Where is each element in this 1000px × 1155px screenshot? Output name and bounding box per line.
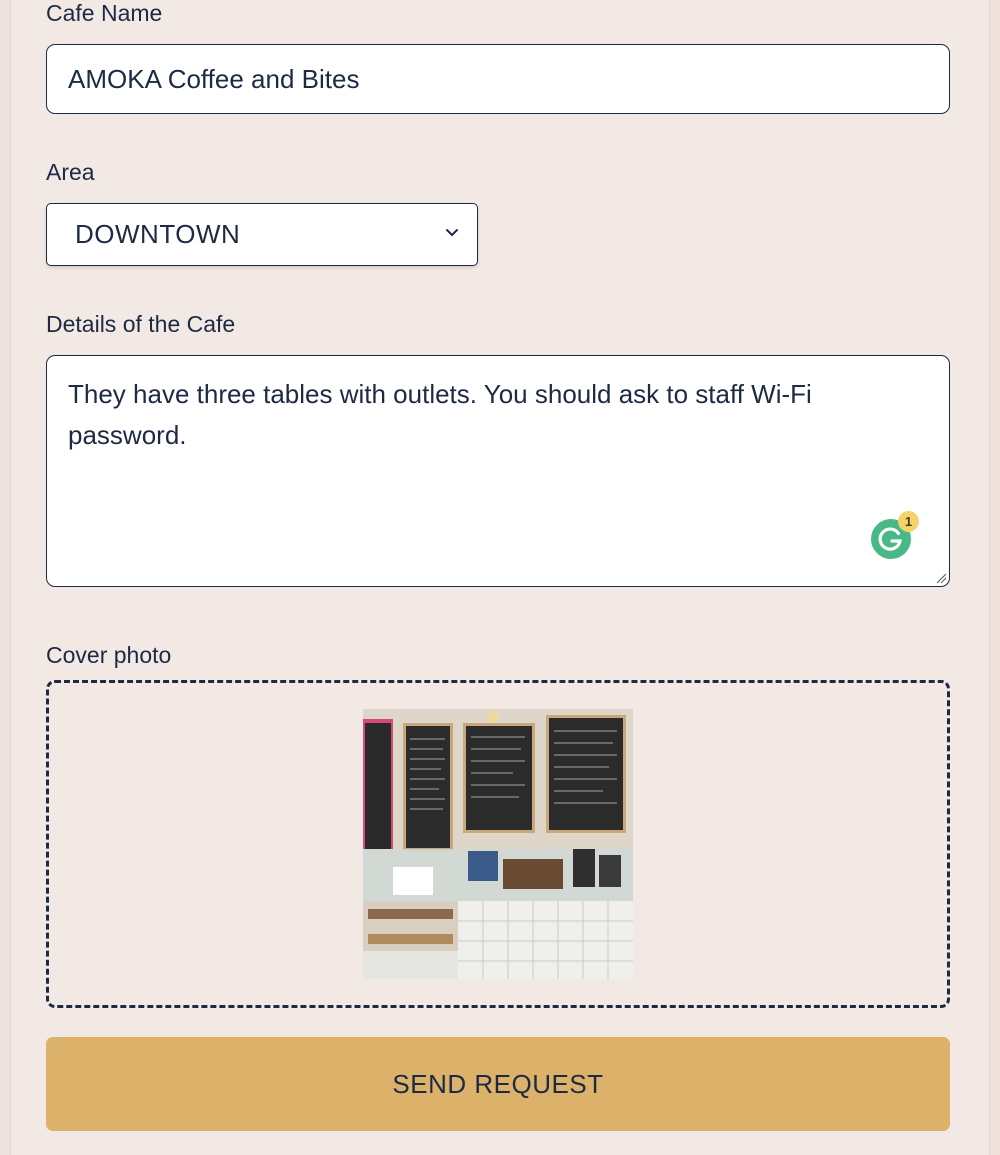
grammarly-badge[interactable]: 1 [898,511,919,532]
chevron-down-icon [446,229,458,236]
cafe-name-label: Cafe Name [46,0,163,26]
area-label: Area [46,159,95,185]
resize-handle-icon[interactable] [935,572,947,584]
cover-photo-label: Cover photo [46,642,172,668]
cafe-name-input[interactable]: AMOKA Coffee and Bites [46,44,950,114]
page-right-edge [989,0,1000,1155]
cover-photo-image [363,709,633,979]
area-selected-value: DOWNTOWN [75,219,241,249]
details-label: Details of the Cafe [46,311,236,337]
cafe-name-value: AMOKA Coffee and Bites [68,63,360,94]
details-textarea[interactable]: They have three tables with outlets. You… [46,355,950,587]
details-value: They have three tables with outlets. You… [68,379,812,450]
page-left-edge [0,0,11,1155]
send-request-button[interactable]: SEND REQUEST [46,1037,950,1131]
area-select[interactable]: DOWNTOWN [46,203,478,266]
